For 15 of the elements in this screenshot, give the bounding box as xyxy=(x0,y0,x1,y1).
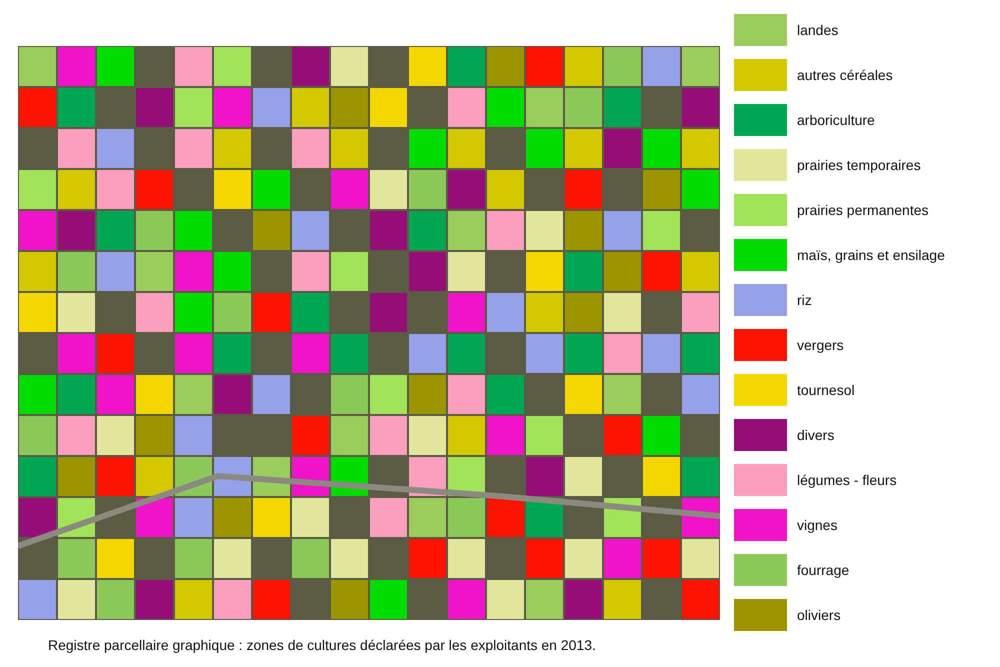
legend-label: tournesol xyxy=(797,382,855,398)
legend-label: vignes xyxy=(797,517,838,533)
legend-label: oliviers xyxy=(797,607,841,623)
legend-label: landes xyxy=(797,22,838,38)
legend-label: riz xyxy=(797,292,812,308)
legend-label: autres céréales xyxy=(797,67,893,83)
legend-label: fourrage xyxy=(797,562,850,578)
caption: Registre parcellaire graphique : zones de cultures déclarées par les exploitants en 2013. xyxy=(47,636,597,653)
legend-label: maïs, grains et ensilage xyxy=(797,247,945,263)
legend-label: vergers xyxy=(797,337,844,353)
legend-label: prairies permanentes xyxy=(797,202,929,218)
legend-label: divers xyxy=(797,427,834,443)
legend-label: prairies temporaires xyxy=(797,157,921,173)
legend-label: arboriculture xyxy=(797,112,875,128)
legend-label: légumes - fleurs xyxy=(797,472,897,488)
